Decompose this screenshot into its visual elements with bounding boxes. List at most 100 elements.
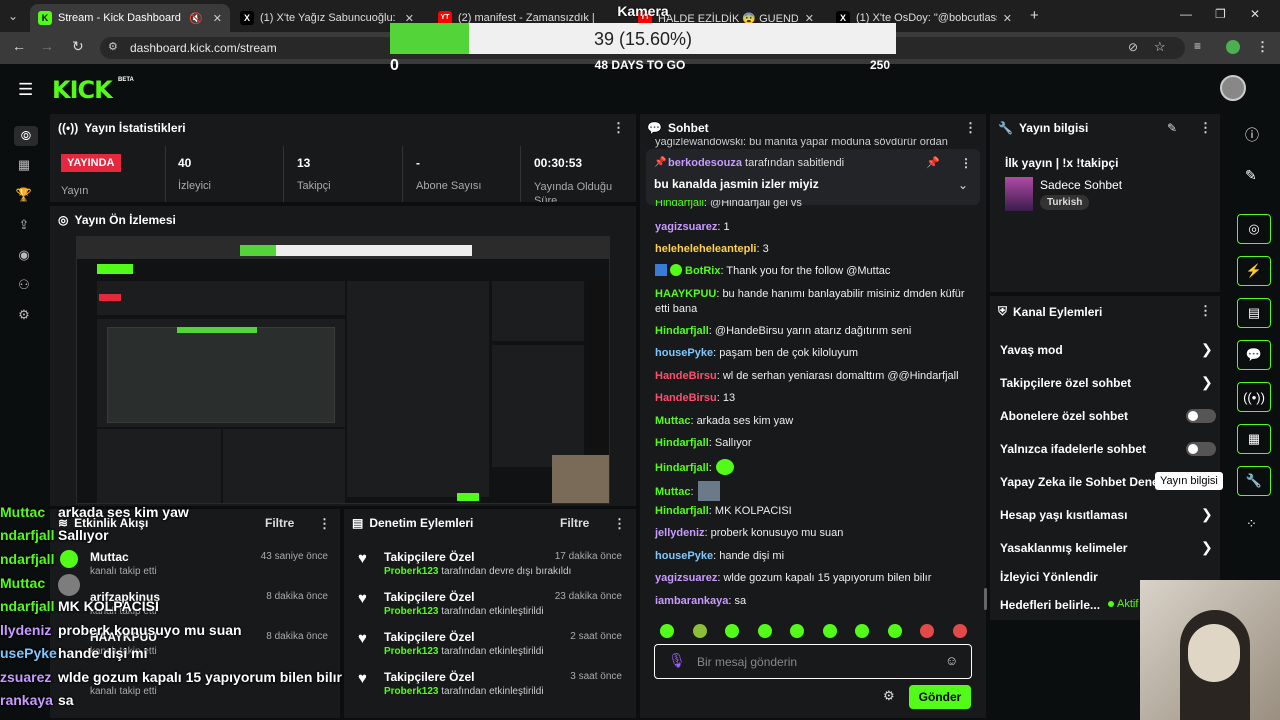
emote-icon[interactable] [952, 624, 967, 638]
more-icon[interactable]: ⋮ [1256, 39, 1269, 55]
set-goals-item[interactable]: Hedefleri belirle... [1000, 598, 1100, 612]
kick-logo[interactable]: KICK [52, 76, 113, 104]
chevron-right-icon[interactable]: ❯ [1201, 341, 1213, 358]
send-button[interactable]: Gönder [909, 685, 971, 709]
chat-username[interactable]: jellydeniz [655, 527, 705, 539]
channel-actions-menu-icon[interactable]: ⋮ [1199, 303, 1212, 319]
users-icon[interactable]: ⚇ [14, 277, 34, 293]
forward-icon[interactable]: → [40, 38, 54, 54]
emote-icon[interactable] [725, 624, 739, 638]
chat-username[interactable]: BotRix [685, 265, 720, 277]
chat-username[interactable]: yagizsuarez [655, 221, 717, 233]
edit-icon[interactable]: ✎ [1245, 167, 1257, 184]
camera-icon[interactable]: ◉ [14, 247, 34, 263]
chevron-right-icon[interactable]: ❯ [1201, 506, 1213, 523]
settings-icon[interactable]: ⚙ [14, 307, 34, 323]
chevron-right-icon[interactable]: ❯ [1201, 374, 1213, 391]
emote-icon[interactable] [920, 624, 934, 638]
chat-username[interactable]: heleheleheleantepli [655, 243, 756, 255]
bookmark-star-icon[interactable]: ☆ [1154, 39, 1166, 55]
moderator-name[interactable]: Proberk123 [384, 606, 438, 617]
chat-username[interactable]: Hindarfjall [655, 462, 709, 474]
stream-icon[interactable]: ⦾ [14, 126, 38, 146]
activity-filter-button[interactable]: Filtre [265, 516, 294, 530]
minimize-icon[interactable]: — [1180, 7, 1192, 21]
chat-username[interactable]: HandeBirsu [655, 392, 717, 404]
redirect-viewers-item[interactable]: İzleyici Yönlendir [1000, 570, 1098, 584]
back-icon[interactable]: ← [12, 38, 26, 54]
close-tab-icon[interactable]: ✕ [1003, 12, 1012, 25]
chat-username[interactable]: Hindarfjall [655, 325, 709, 337]
emote-icon[interactable] [660, 624, 674, 638]
banned-words-item[interactable]: Yasaklanmış kelimeler [1000, 541, 1127, 555]
chat-username[interactable]: HandeBirsu [655, 370, 717, 382]
chat-username[interactable]: housePyke [655, 347, 713, 359]
emote-icon[interactable] [757, 624, 772, 638]
chat-username[interactable]: HAAYKPUU [655, 288, 716, 300]
moderator-name[interactable]: Proberk123 [384, 566, 438, 577]
subscribers-only-toggle[interactable] [1186, 409, 1216, 423]
chat-username[interactable]: Muttac [655, 486, 690, 498]
emoji-picker-icon[interactable]: ☺ [945, 653, 958, 668]
moderation-toggle-icon[interactable]: ▦ [1237, 424, 1271, 454]
subscribers-only-item[interactable]: Abonelere özel sohbet [1000, 409, 1128, 423]
chat-username[interactable]: Hindarfjall [655, 437, 709, 449]
tab-kick-dashboard[interactable]: K Stream - Kick Dashboard 🔇 ✕ [30, 4, 230, 32]
activity-user[interactable]: Muttac [90, 550, 129, 564]
avatar[interactable] [1220, 75, 1246, 101]
slow-mode-item[interactable]: Yavaş mod [1000, 343, 1063, 357]
preview-toggle-icon[interactable]: ◎ [1237, 214, 1271, 244]
chat-settings-icon[interactable]: ⚙ [883, 688, 895, 704]
info-icon[interactable]: ⓘ [1245, 125, 1259, 145]
pinned-menu-icon[interactable]: ⋮ [960, 156, 972, 170]
chat-scrollbar[interactable] [984, 588, 987, 610]
moderator-name[interactable]: Proberk123 [384, 646, 438, 657]
chat-toggle-icon[interactable]: 💬 [1237, 340, 1271, 370]
chat-menu-icon[interactable]: ⋮ [964, 120, 977, 136]
upload-icon[interactable]: ⇪ [14, 217, 34, 233]
notes-icon[interactable]: ▤ [1237, 298, 1271, 328]
close-window-icon[interactable]: ✕ [1250, 7, 1260, 21]
unpin-icon[interactable]: 📌 [926, 156, 940, 169]
maximize-icon[interactable]: ❐ [1215, 7, 1226, 21]
emotes-only-toggle[interactable] [1186, 442, 1216, 456]
emote-icon[interactable] [790, 624, 804, 638]
emote-icon[interactable] [887, 624, 902, 638]
activity-menu-icon[interactable]: ⋮ [318, 516, 331, 532]
extension-icon[interactable] [1226, 40, 1240, 54]
mute-icon[interactable]: 🔇 [189, 12, 203, 25]
stats-menu-icon[interactable]: ⋮ [612, 120, 625, 136]
apps-icon[interactable]: ⁘ [1246, 516, 1257, 532]
chat-username[interactable]: housePyke [655, 550, 713, 562]
moderation-menu-icon[interactable]: ⋮ [613, 516, 626, 532]
chat-username[interactable]: iambarankaya [655, 595, 728, 607]
analytics-icon[interactable]: ▦ [14, 157, 34, 173]
lightning-icon[interactable]: ⚡ [1237, 256, 1271, 286]
emote-icon[interactable] [692, 624, 707, 638]
category-name[interactable]: Sadece Sohbet [1040, 178, 1122, 192]
new-tab-icon[interactable]: + [1030, 7, 1039, 24]
camera-blocked-icon[interactable]: ⊘ [1128, 40, 1138, 54]
emote-icon[interactable] [855, 624, 869, 638]
expand-pinned-icon[interactable]: ⌄ [958, 178, 968, 192]
close-tab-icon[interactable]: ✕ [213, 12, 222, 25]
site-info-icon[interactable]: ⚙ [108, 40, 118, 53]
emotes-only-item[interactable]: Yalnızca ifadelerle sohbet [1000, 442, 1146, 456]
edit-pencil-icon[interactable]: ✎ [1167, 121, 1177, 135]
moderator-name[interactable]: Proberk123 [384, 686, 438, 697]
media-control-icon[interactable]: ≡ [1194, 39, 1201, 53]
chat-username[interactable]: Muttac [655, 415, 690, 427]
tab-search-icon[interactable]: ⌄ [8, 9, 18, 23]
stream-info-menu-icon[interactable]: ⋮ [1199, 120, 1212, 136]
account-age-item[interactable]: Hesap yaşı kısıtlaması [1000, 508, 1127, 522]
chevron-right-icon[interactable]: ❯ [1201, 539, 1213, 556]
moderation-filter-button[interactable]: Filtre [560, 516, 589, 530]
ai-chat-item[interactable]: Yapay Zeka ile Sohbet Dene [1000, 475, 1155, 489]
chat-username[interactable]: yagizsuarez [655, 572, 717, 584]
menu-icon[interactable]: ☰ [18, 80, 33, 100]
emote-icon[interactable] [822, 624, 837, 638]
trophy-icon[interactable]: 🏆 [14, 187, 34, 203]
wrench-toggle-icon[interactable]: 🔧 [1237, 466, 1271, 496]
stream-preview-video[interactable] [76, 236, 610, 504]
chat-username[interactable]: Hindarfjall [655, 505, 709, 517]
